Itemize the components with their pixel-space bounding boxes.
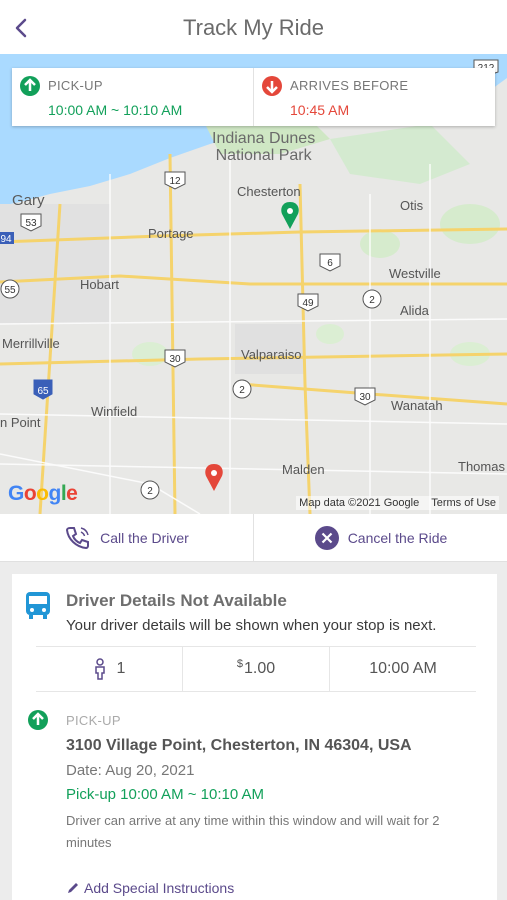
map-label-portage: Portage bbox=[148, 226, 194, 241]
pickup-arrow-icon bbox=[28, 710, 48, 730]
map-label-wanatah: Wanatah bbox=[391, 398, 443, 413]
top-bar: Track My Ride bbox=[0, 0, 507, 54]
cancel-ride-label: Cancel the Ride bbox=[347, 529, 448, 546]
arrival-summary-time: 10:45 AM bbox=[290, 102, 350, 118]
map-label-gary: Gary bbox=[12, 192, 45, 209]
svg-text:2: 2 bbox=[239, 385, 245, 396]
map-data-text: Map data ©2021 Google bbox=[299, 497, 420, 509]
map-label-malden: Malden bbox=[282, 462, 325, 477]
svg-text:2: 2 bbox=[369, 295, 375, 306]
bus-icon bbox=[26, 592, 50, 619]
cancel-x-icon bbox=[314, 525, 339, 550]
driver-details-subtitle: Your driver details will be shown when y… bbox=[66, 617, 437, 634]
pickup-up-arrow-icon bbox=[20, 76, 40, 96]
pencil-icon bbox=[68, 883, 78, 893]
driver-details-title: Driver Details Not Available bbox=[66, 591, 287, 610]
passenger-count-value: 1 bbox=[116, 660, 126, 677]
map-label-merrillville: Merrillville bbox=[2, 336, 60, 351]
ride-details-card: Driver Details Not Available Your driver… bbox=[12, 574, 497, 900]
pickup-summary-time: 10:00 AM ~ 10:10 AM bbox=[48, 102, 183, 118]
map-label-park: Indiana Dunes National Park bbox=[212, 130, 315, 164]
fare-currency: $ bbox=[236, 658, 243, 670]
map-label-otis: Otis bbox=[400, 198, 424, 213]
map-label-n-point: n Point bbox=[0, 415, 41, 430]
pickup-date: Date: Aug 20, 2021 bbox=[66, 762, 195, 779]
cancel-ride-button[interactable]: Cancel the Ride bbox=[253, 514, 507, 561]
map-label-thomas: Thomas bbox=[458, 459, 505, 474]
fare-value: 1.00 bbox=[243, 660, 276, 677]
map-label-winfield: Winfield bbox=[91, 404, 138, 419]
svg-text:30: 30 bbox=[169, 354, 181, 365]
map-label-national-park: National Park bbox=[215, 147, 312, 164]
svg-text:2: 2 bbox=[147, 486, 153, 497]
pickup-window: Pick-up 10:00 AM ~ 10:10 AM bbox=[66, 786, 265, 803]
scheduled-time: 10:00 AM bbox=[329, 647, 476, 691]
map-label-indiana-dunes: Indiana Dunes bbox=[212, 130, 316, 147]
svg-text:55: 55 bbox=[4, 285, 16, 296]
call-driver-label: Call the Driver bbox=[100, 529, 189, 546]
page-title: Track My Ride bbox=[183, 15, 324, 40]
fare: $1.00 bbox=[182, 647, 329, 691]
arrival-down-arrow-icon bbox=[262, 76, 282, 96]
pickup-note: Driver can arrive at any time within thi… bbox=[66, 813, 440, 850]
person-icon bbox=[94, 658, 105, 680]
phone-icon bbox=[66, 526, 90, 549]
arrival-summary-label: ARRIVES BEFORE bbox=[290, 78, 409, 93]
ride-map[interactable]: 12 53 6 55 2 2 2 49 30 30 65 94 212 Indi… bbox=[0, 54, 507, 514]
pickup-summary-label: PICK-UP bbox=[48, 78, 103, 93]
ride-summary-card: PICK-UP 10:00 AM ~ 10:10 AM ARRIVES BEFO… bbox=[12, 68, 495, 126]
pickup-address: 3100 Village Point, Chesterton, IN 46304… bbox=[66, 737, 412, 754]
svg-text:94: 94 bbox=[0, 234, 12, 245]
pickup-summary: PICK-UP 10:00 AM ~ 10:10 AM bbox=[12, 68, 253, 126]
add-special-instructions-link[interactable]: Add Special Instructions bbox=[66, 880, 234, 896]
svg-text:65: 65 bbox=[37, 386, 49, 397]
map-label-westville: Westville bbox=[389, 266, 441, 281]
pickup-label: PICK-UP bbox=[66, 713, 121, 728]
ride-stats-row: 1 $1.00 10:00 AM bbox=[36, 646, 476, 692]
svg-text:6: 6 bbox=[327, 258, 333, 269]
add-special-instructions-label: Add Special Instructions bbox=[84, 880, 235, 896]
arrival-summary: ARRIVES BEFORE 10:45 AM bbox=[253, 68, 495, 126]
svg-text:49: 49 bbox=[302, 298, 314, 309]
terms-link[interactable]: Terms of Use bbox=[431, 497, 496, 509]
map-label-chesterton: Chesterton bbox=[237, 184, 301, 199]
action-bar: Call the Driver Cancel the Ride bbox=[0, 514, 507, 562]
call-driver-button[interactable]: Call the Driver bbox=[0, 514, 253, 561]
svg-text:53: 53 bbox=[25, 218, 37, 229]
google-logo: Google bbox=[8, 482, 78, 505]
map-label-valparaiso: Valparaiso bbox=[241, 347, 302, 362]
map-label-hobart: Hobart bbox=[80, 277, 120, 292]
passenger-count: 1 bbox=[36, 647, 182, 691]
map-attribution: Map data ©2021 Google Terms of Use bbox=[296, 496, 499, 510]
map-label-alida: Alida bbox=[400, 303, 429, 318]
svg-text:12: 12 bbox=[169, 176, 181, 187]
svg-text:30: 30 bbox=[359, 392, 371, 403]
